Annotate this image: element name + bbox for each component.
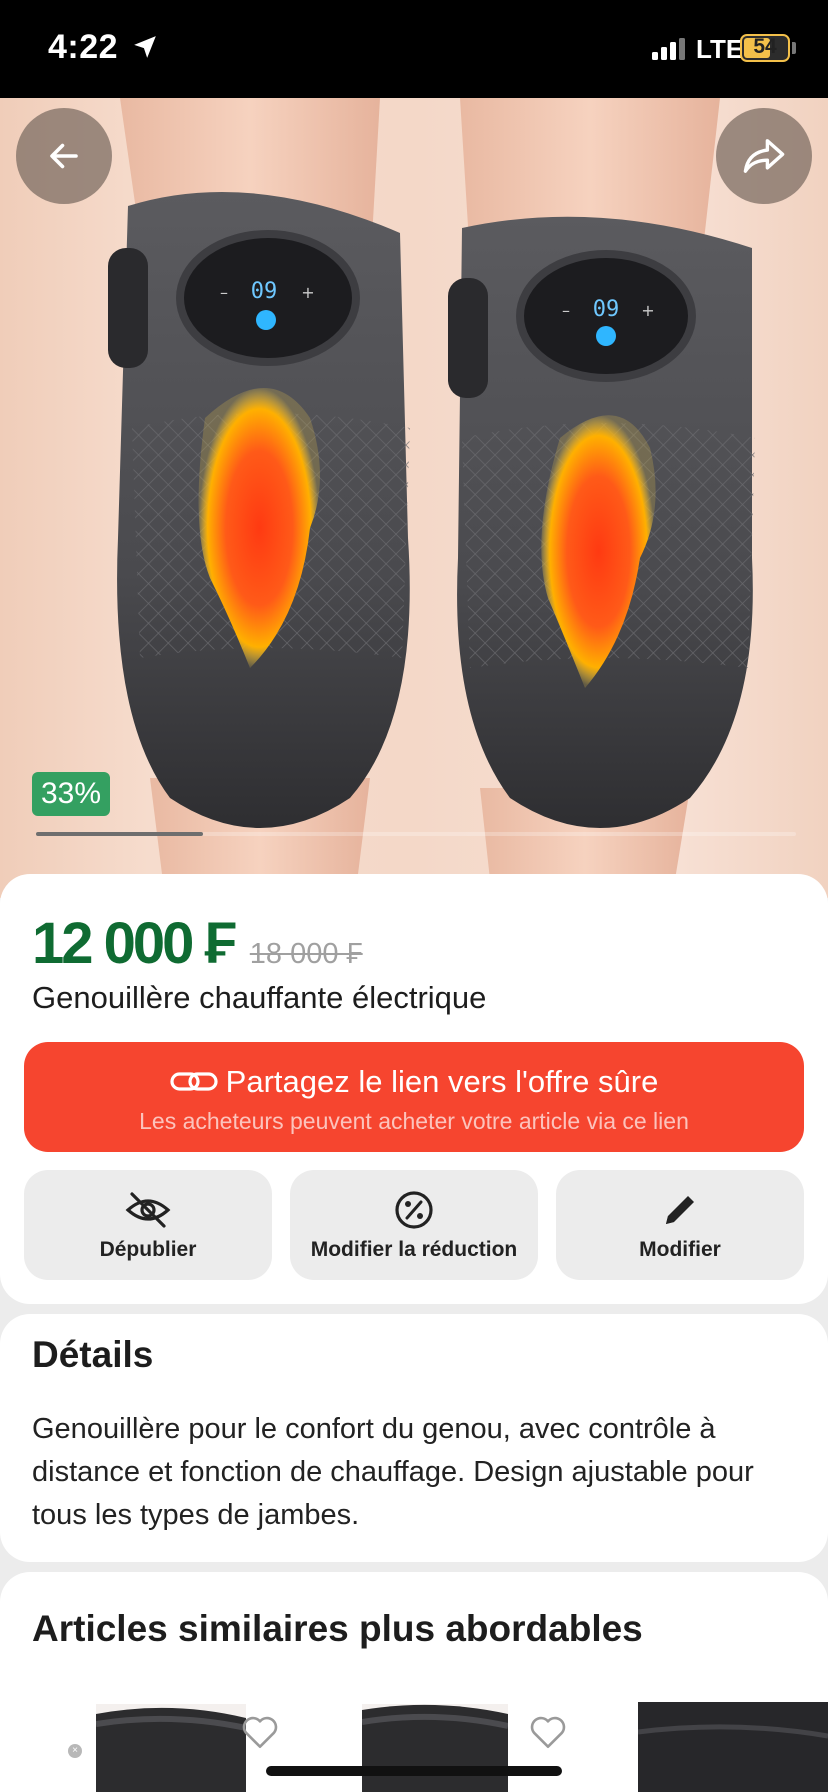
old-price: 18 000 ₣ [249, 938, 363, 970]
share-cta-subtitle: Les acheteurs peuvent acheter votre arti… [139, 1108, 689, 1134]
unpublish-label: Dépublier [99, 1238, 197, 1261]
percent-icon [395, 1191, 433, 1229]
similar-item-2[interactable] [362, 1704, 508, 1792]
unpublish-button[interactable]: Dépublier [24, 1170, 272, 1280]
product-image-gallery[interactable]: 09 09 – + – + 33% [0, 98, 828, 898]
product-photo: 09 09 – + – + [108, 98, 755, 898]
edit-discount-button[interactable]: Modifier la réduction [290, 1170, 538, 1280]
pencil-icon [666, 1196, 694, 1224]
similar-item-3[interactable] [638, 1702, 828, 1792]
details-card: Détails Genouillère pour le confort du g… [0, 1314, 828, 1562]
share-arrow-icon [743, 139, 785, 173]
similar-item-2-image [362, 1704, 508, 1792]
current-price: 12 000 ₣ [32, 911, 237, 976]
share-cta-title-row: Partagez le lien vers l'offre sûre [24, 1064, 804, 1100]
battery-icon: 54 [740, 34, 790, 62]
heart-outline-icon[interactable] [528, 1714, 568, 1750]
edit-button[interactable]: Modifier [556, 1170, 804, 1280]
product-title: Genouillère chauffante électrique [32, 980, 487, 1015]
similar-item-1[interactable] [96, 1704, 246, 1792]
arrow-left-icon [50, 143, 78, 169]
eye-off-icon [125, 1192, 171, 1228]
similar-heading: Articles similaires plus abordables [32, 1608, 643, 1649]
back-button[interactable] [16, 108, 112, 204]
product-card: 12 000 ₣ 18 000 ₣ Genouillère chauffante… [0, 874, 828, 1304]
network-type: LTE [696, 34, 744, 64]
cellular-signal-icon [652, 38, 685, 60]
edit-discount-label: Modifier la réduction [310, 1238, 518, 1261]
location-arrow-icon [134, 36, 156, 58]
svg-text:–: – [562, 301, 570, 320]
heart-outline-icon[interactable] [240, 1714, 280, 1750]
gallery-progress [36, 832, 796, 836]
share-link-button[interactable]: Partagez le lien vers l'offre sûre Les a… [24, 1042, 804, 1152]
svg-text:+: + [641, 301, 654, 320]
battery-cap [792, 42, 796, 54]
left-device-display: 09 [251, 279, 278, 304]
gallery-progress-fill [36, 832, 204, 836]
status-bar: 4:22 LTE 54 [0, 0, 828, 98]
svg-text:+: + [301, 283, 314, 302]
status-time: 4:22 [48, 28, 119, 66]
details-heading: Détails [32, 1334, 154, 1375]
battery-percent: 54 [753, 35, 777, 58]
share-cta-title: Partagez le lien vers l'offre sûre [225, 1064, 659, 1099]
price-row: 12 000 ₣ 18 000 ₣ [32, 910, 363, 977]
similar-items-card: Articles similaires plus abordables × [0, 1572, 828, 1792]
close-dot-icon: × [68, 1744, 82, 1758]
discount-badge: 33% [32, 772, 111, 816]
link-icon [170, 1072, 218, 1091]
svg-text:–: – [220, 283, 228, 302]
right-device-display: 09 [593, 297, 620, 322]
details-description: Genouillère pour le confort du genou, av… [32, 1413, 754, 1531]
home-indicator[interactable] [266, 1766, 562, 1776]
similar-item-1-image [96, 1704, 246, 1792]
share-button[interactable] [716, 108, 812, 204]
similar-item-3-image [638, 1702, 828, 1792]
edit-label: Modifier [639, 1238, 721, 1261]
